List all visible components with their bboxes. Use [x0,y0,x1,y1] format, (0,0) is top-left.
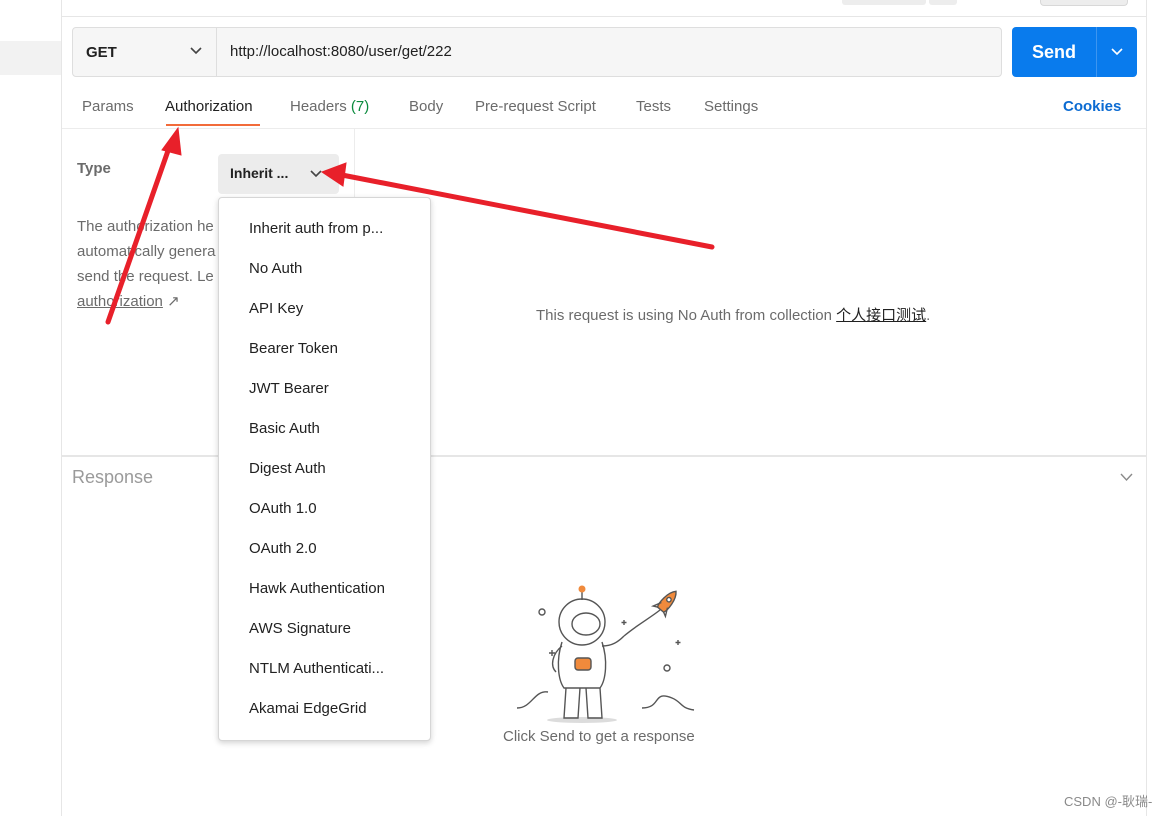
description-line: send the request. Le [77,268,214,285]
menu-item-api-key[interactable]: API Key [249,300,303,317]
menu-item-aws-signature[interactable]: AWS Signature [249,620,351,637]
response-hint: Click Send to get a response [503,728,695,745]
auth-type-selected: Inherit ... [230,165,289,181]
menu-item-inherit-auth[interactable]: Inherit auth from p... [249,220,383,237]
menu-item-hawk-authentication[interactable]: Hawk Authentication [249,580,385,597]
auth-status-suffix: . [926,307,931,324]
learn-more-link-text: authorization [77,293,163,310]
tab-headers[interactable]: Headers (7) [290,98,369,115]
description-line: The authorization he [77,218,214,235]
method-label: GET [86,44,117,61]
auth-type-select[interactable]: Inherit ... [218,154,339,194]
menu-item-oauth-1[interactable]: OAuth 1.0 [249,500,317,517]
toolbar-button[interactable] [842,0,926,5]
tab-settings[interactable]: Settings [704,98,758,115]
auth-status-text: This request is using No Auth from colle… [536,307,832,324]
menu-item-basic-auth[interactable]: Basic Auth [249,420,320,437]
sidebar-selected-item[interactable] [0,41,61,75]
menu-item-no-auth[interactable]: No Auth [249,260,302,277]
send-button-label: Send [1031,42,1076,62]
external-link-icon: ↗ [167,293,180,310]
collection-link[interactable]: 个人接口测试 [836,307,926,324]
chevron-down-icon[interactable] [1111,47,1123,57]
chevron-down-icon [190,47,202,55]
type-label: Type [77,160,111,177]
tab-pre-request-script[interactable]: Pre-request Script [475,98,596,115]
top-toolbar-strip [62,0,1146,17]
left-sidebar [0,0,62,816]
chevron-down-icon [310,170,322,178]
tab-body[interactable]: Body [409,98,443,115]
astronaut-rocket-illustration [516,585,695,723]
menu-item-digest-auth[interactable]: Digest Auth [249,460,326,477]
description-line: automatically genera [77,243,216,260]
cookies-link[interactable]: Cookies [1063,98,1121,115]
method-select[interactable]: GET [73,28,217,76]
auth-type-dropdown-menu: Inherit auth from p... No Auth API Key B… [218,197,431,741]
request-url-bar: GET http://localhost:8080/user/get/222 [72,27,1002,77]
menu-item-akamai-edgegrid[interactable]: Akamai EdgeGrid [249,700,367,717]
url-input[interactable]: http://localhost:8080/user/get/222 [230,43,452,60]
watermark: CSDN @-耿瑞- [1064,794,1153,809]
active-tab-indicator [166,124,260,126]
right-divider [1146,0,1147,816]
tab-params[interactable]: Params [82,98,134,115]
auth-status-message: This request is using No Auth from colle… [536,304,930,325]
tab-authorization[interactable]: Authorization [165,98,253,115]
menu-item-ntlm-authentication[interactable]: NTLM Authenticati... [249,660,384,677]
toolbar-button[interactable] [929,0,957,5]
headers-count-badge: (7) [350,98,370,115]
send-button-separator [1096,27,1097,77]
menu-item-oauth-2[interactable]: OAuth 2.0 [249,540,317,557]
menu-item-bearer-token[interactable]: Bearer Token [249,340,338,357]
tab-headers-label: Headers [290,98,347,115]
request-tabs: Params Authorization Headers (7) Body Pr… [62,88,1146,129]
toolbar-toggle[interactable] [1040,0,1128,6]
chevron-down-icon[interactable] [1120,472,1133,482]
tab-tests[interactable]: Tests [636,98,671,115]
send-button[interactable]: Send [1012,27,1137,77]
menu-item-jwt-bearer[interactable]: JWT Bearer [249,380,329,397]
response-title: Response [72,467,154,487]
